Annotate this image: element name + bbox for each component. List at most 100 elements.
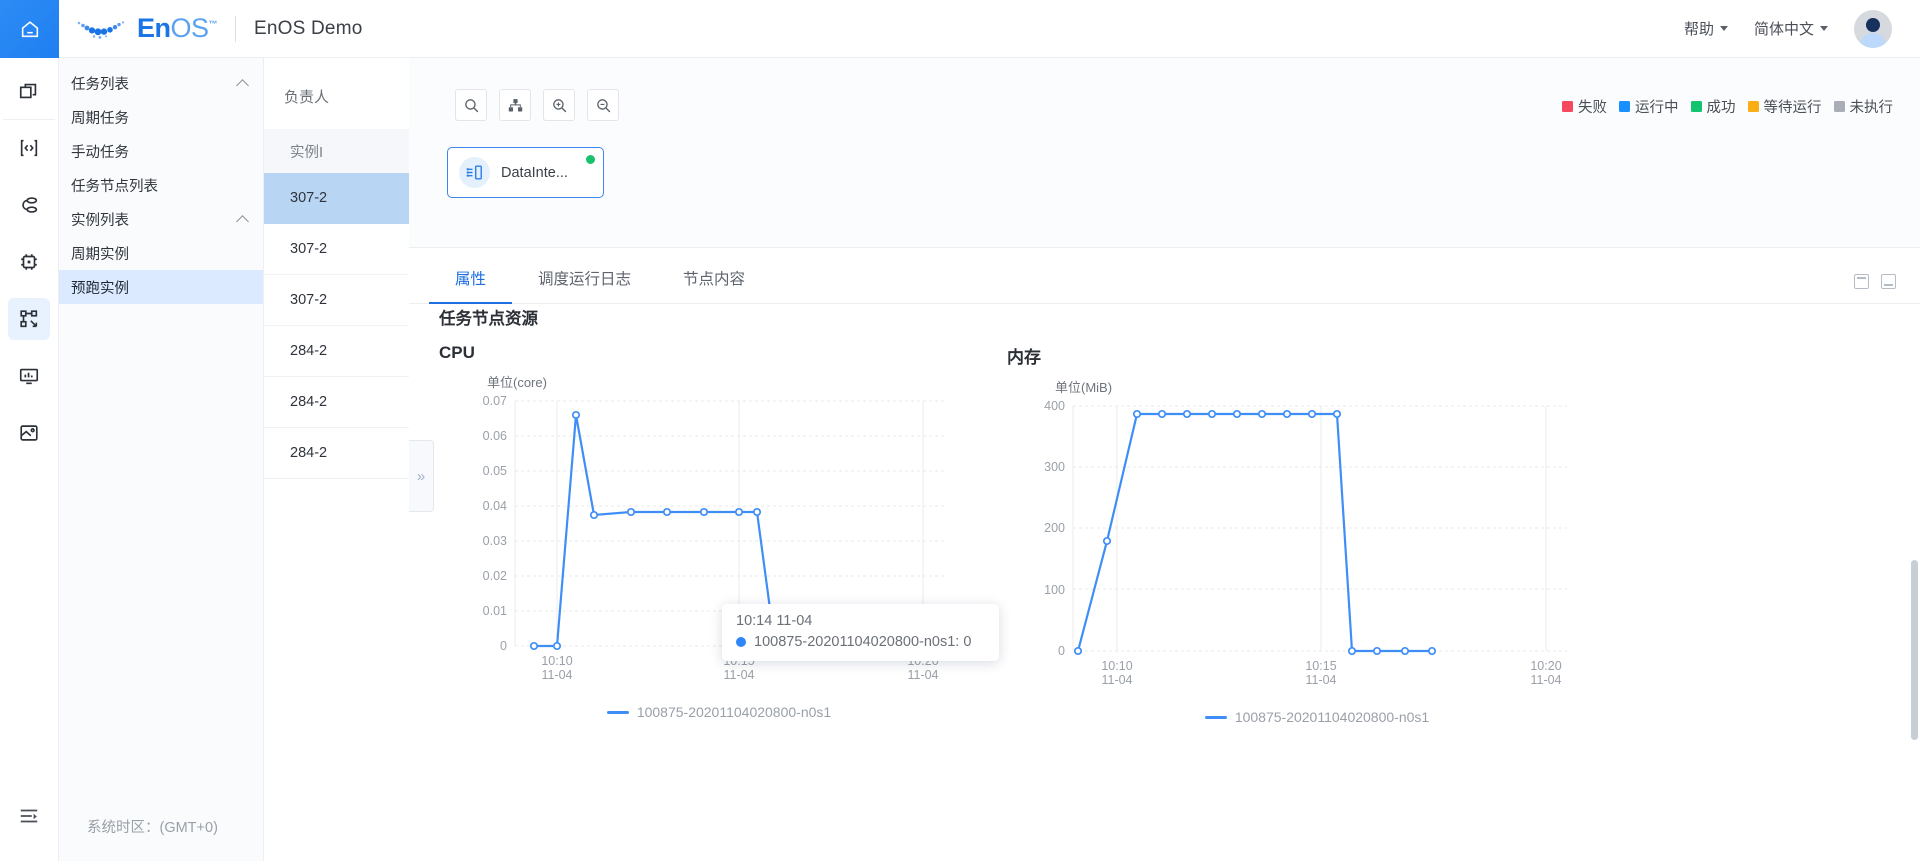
sidebar-item-manual-task[interactable]: 手动任务 — [59, 134, 263, 168]
chart-series-legend[interactable]: 100875-20201104020800-n0s1 — [1007, 709, 1627, 725]
table-row[interactable]: 284-2 — [264, 377, 409, 428]
svg-text:0.02: 0.02 — [483, 569, 507, 583]
table-row[interactable]: 307-2 — [264, 224, 409, 275]
table-row[interactable]: 307-2 — [264, 173, 409, 224]
graph-auto-layout-button[interactable] — [499, 89, 531, 121]
help-menu[interactable]: 帮助 — [1684, 18, 1728, 39]
rail-item-workflow[interactable] — [8, 298, 50, 340]
chart-y-unit: 单位(MiB) — [1055, 377, 1627, 396]
vertical-scrollbar[interactable] — [1911, 560, 1918, 740]
nav-label: 任务节点列表 — [71, 175, 158, 196]
instance-list-panel: 负责人 实例I 307-2 307-2 307-2 284-2 284-2 28… — [264, 58, 409, 867]
chevron-down-icon — [1820, 26, 1828, 31]
svg-text:400: 400 — [1044, 399, 1065, 413]
enos-swoosh-icon — [73, 14, 131, 44]
tooltip-series-text: 100875-20201104020800-n0s1: 0 — [754, 634, 971, 650]
detail-tabs: 属性 调度运行日志 节点内容 — [409, 267, 771, 303]
app-title: EnOS Demo — [254, 18, 362, 40]
legend-series-label: 100875-20201104020800-n0s1 — [637, 704, 831, 720]
avatar[interactable] — [1854, 10, 1892, 48]
graph-zoom-out-button[interactable] — [587, 89, 619, 121]
legend-item-success: 成功 — [1691, 96, 1736, 117]
rail-item-gallery[interactable] — [8, 412, 50, 454]
sidebar-item-prerun-instance[interactable]: 预跑实例 — [59, 270, 263, 304]
graph-toolbar — [455, 89, 619, 121]
dock-bottom-icon[interactable] — [1881, 274, 1896, 289]
panel-collapse-handle[interactable]: » — [409, 440, 434, 512]
tab-node-content[interactable]: 节点内容 — [657, 267, 771, 303]
tooltip-series-row: 100875-20201104020800-n0s1: 0 — [736, 634, 985, 650]
svg-text:0.07: 0.07 — [483, 394, 507, 408]
sidebar-item-task-node-list[interactable]: 任务节点列表 — [59, 168, 263, 202]
svg-text:0.05: 0.05 — [483, 464, 507, 478]
language-label: 简体中文 — [1754, 18, 1814, 39]
sidebar-item-instance-list[interactable]: 实例列表 — [59, 202, 263, 236]
icon-rail — [0, 58, 59, 867]
rail-item-workspace[interactable] — [8, 70, 50, 112]
svg-text:300: 300 — [1044, 460, 1065, 474]
svg-text:10:15: 10:15 — [1305, 659, 1336, 673]
dag-graph-area: 失败 运行中 成功 等待运行 未执行 — [409, 58, 1920, 248]
legend-label: 等待运行 — [1764, 96, 1822, 117]
legend-swatch — [1619, 101, 1630, 112]
rail-item-resource[interactable] — [8, 241, 50, 283]
top-header: EnOS™ EnOS Demo 帮助 简体中文 — [0, 0, 1920, 58]
node-status-dot — [586, 155, 595, 164]
chart-series-legend[interactable]: 100875-20201104020800-n0s1 — [439, 704, 999, 720]
legend-label: 未执行 — [1850, 96, 1894, 117]
chart-title: CPU — [439, 343, 999, 363]
chart-y-unit: 单位(core) — [487, 372, 999, 391]
dag-node-dataintegration[interactable]: DataInte... — [447, 147, 604, 198]
graph-zoom-in-button[interactable] — [543, 89, 575, 121]
chevron-up-icon — [236, 79, 249, 92]
chart-title: 内存 — [1007, 343, 1627, 368]
table-row[interactable]: 307-2 — [264, 275, 409, 326]
svg-text:200: 200 — [1044, 521, 1065, 535]
sidebar-item-periodic-task[interactable]: 周期任务 — [59, 100, 263, 134]
graph-nodes-icon — [18, 308, 40, 330]
legend-swatch — [1748, 101, 1759, 112]
brand-divider — [235, 16, 236, 42]
rail-item-collapse-menu[interactable] — [8, 795, 50, 837]
table-row[interactable]: 284-2 — [264, 326, 409, 377]
status-legend: 失败 运行中 成功 等待运行 未执行 — [1562, 96, 1898, 117]
rail-item-pipeline[interactable] — [8, 184, 50, 226]
chart-tooltip: 10:14 11-04 100875-20201104020800-n0s1: … — [722, 604, 999, 661]
sidebar-item-task-list[interactable]: 任务列表 — [59, 66, 263, 100]
graph-search-button[interactable] — [455, 89, 487, 121]
rail-item-monitor[interactable] — [8, 355, 50, 397]
nav-label: 周期任务 — [71, 107, 129, 128]
menu-collapse-icon — [18, 805, 40, 827]
sidebar-item-periodic-instance[interactable]: 周期实例 — [59, 236, 263, 270]
tooltip-time: 10:14 11-04 — [736, 613, 985, 629]
language-menu[interactable]: 简体中文 — [1754, 18, 1828, 39]
panel-layout-controls — [1854, 274, 1920, 303]
legend-line-swatch — [607, 711, 629, 714]
owner-label: 负责人 — [264, 58, 409, 107]
memory-line-chart: 0 100 200 300 400 — [1007, 398, 1577, 698]
svg-text:11-04: 11-04 — [907, 668, 938, 682]
search-icon — [463, 97, 480, 114]
legend-swatch — [1691, 101, 1702, 112]
zoom-in-icon — [551, 97, 568, 114]
svg-text:10:10: 10:10 — [1101, 659, 1132, 673]
legend-item-not-executed: 未执行 — [1834, 96, 1894, 117]
rail-item-code[interactable] — [8, 127, 50, 169]
tab-properties[interactable]: 属性 — [429, 267, 512, 303]
svg-text:10:10: 10:10 — [541, 654, 572, 668]
legend-label: 成功 — [1707, 96, 1736, 117]
brand-area: EnOS™ EnOS Demo — [59, 14, 362, 44]
dock-top-icon[interactable] — [1854, 274, 1869, 289]
main-canvas: 失败 运行中 成功 等待运行 未执行 — [409, 58, 1920, 867]
svg-text:0: 0 — [1058, 644, 1065, 658]
header-actions: 帮助 简体中文 — [1684, 10, 1920, 48]
legend-swatch — [1834, 101, 1845, 112]
tab-schedule-log[interactable]: 调度运行日志 — [512, 267, 657, 303]
svg-text:11-04: 11-04 — [723, 668, 754, 682]
table-row[interactable]: 284-2 — [264, 428, 409, 479]
legend-label: 运行中 — [1635, 96, 1679, 117]
enos-logo: EnOS™ — [73, 14, 217, 44]
home-button[interactable] — [0, 0, 59, 58]
svg-text:10:20: 10:20 — [1530, 659, 1561, 673]
svg-text:11-04: 11-04 — [541, 668, 572, 682]
